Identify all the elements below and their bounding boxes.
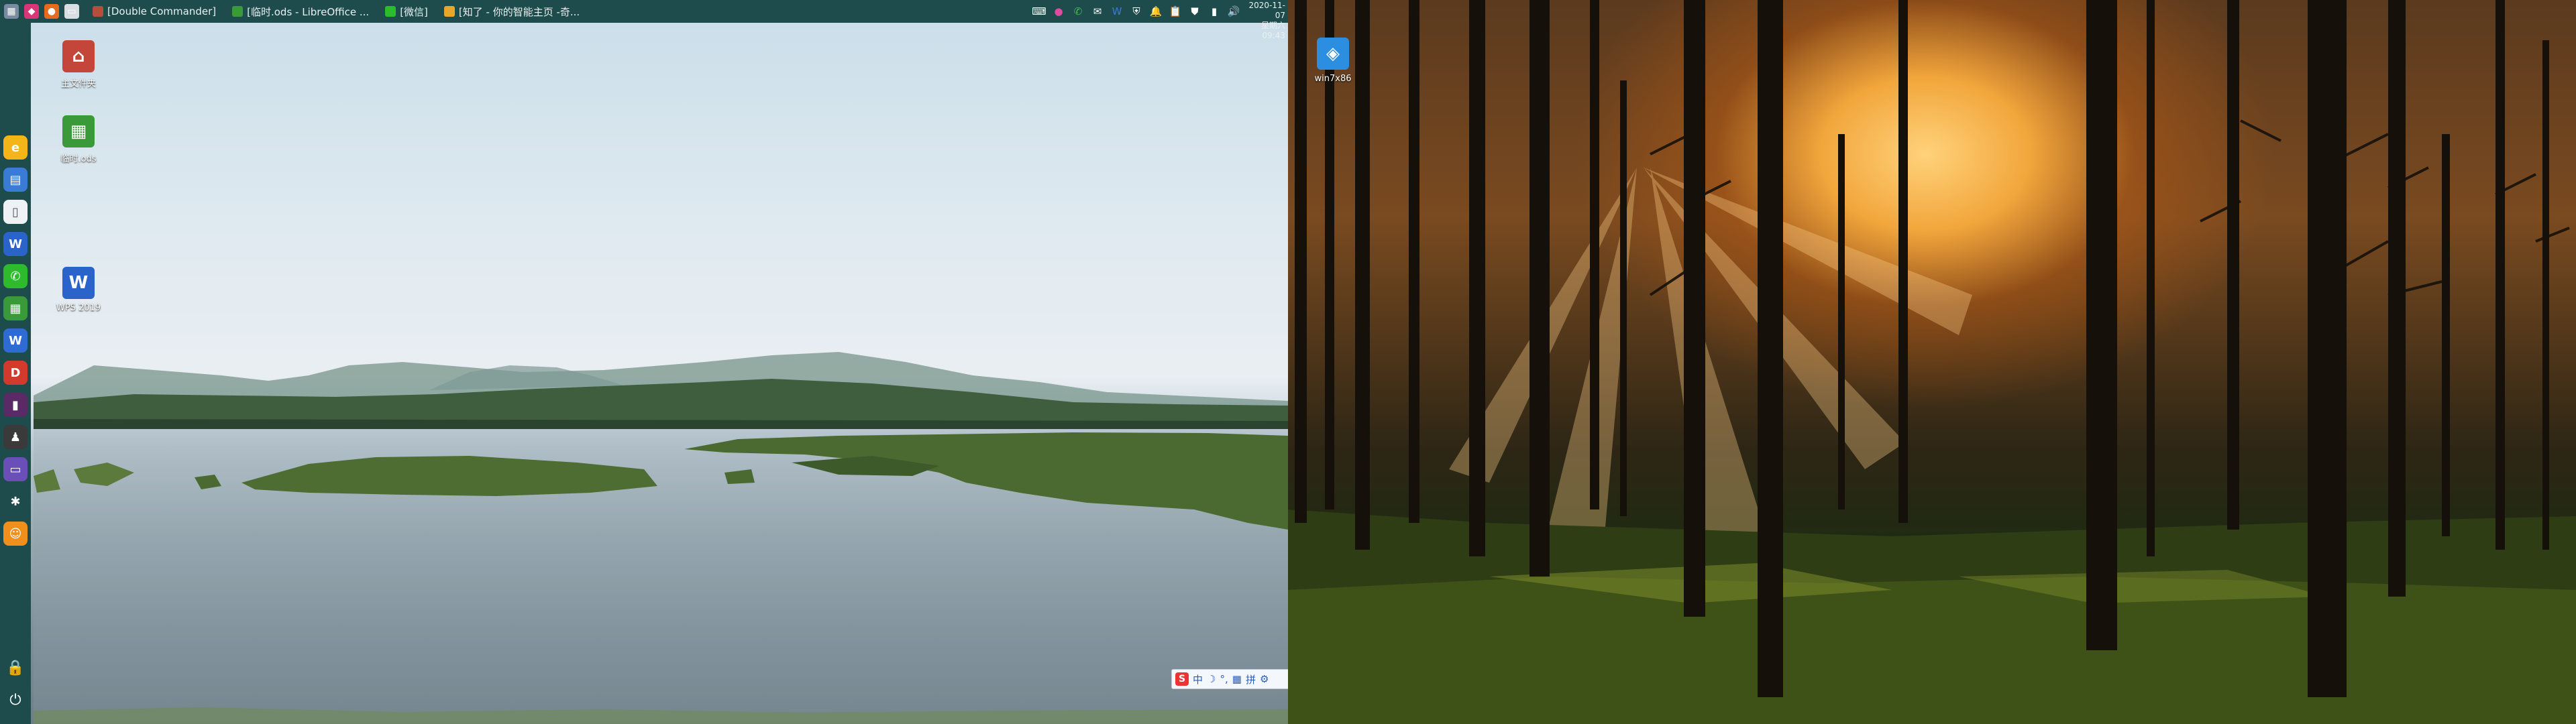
taskbar-item[interactable]: [Double Commander] [85,0,224,23]
firefox-icon[interactable]: ● [44,4,59,19]
clipboard-icon[interactable]: 📋 [1168,4,1183,19]
taskbar: [Double Commander] [临时.ods - LibreOffice … [85,0,588,23]
desktop-icon-label: WPS 2019 [56,303,101,313]
wps-icon[interactable]: W [1110,4,1124,19]
dock-file-manager-icon[interactable]: ▤ [3,168,28,192]
dock-wechat-icon[interactable]: ✆ [3,264,28,288]
taskbar-item[interactable]: [临时.ods - LibreOffice ... [224,0,377,23]
dock-calc-icon[interactable]: ▦ [3,296,28,320]
lake-scenery [34,352,1288,724]
desktop-icon-label: win7x86 [1314,74,1352,84]
desktop-icon-image: W [62,267,95,299]
dock-document-icon[interactable]: ▯ [3,200,28,224]
task-label: [知了 - 你的智能主页 -奇... [458,5,580,18]
ime-option[interactable]: ⚙ [1260,673,1269,685]
dock-writer-icon[interactable]: W [3,328,28,353]
desktop-icon[interactable]: W WPS 2019 [48,267,109,313]
desktop-right[interactable]: ◈ win7x86 [1288,0,2576,724]
battery-icon[interactable]: ▮ [1207,4,1222,19]
shield-icon[interactable]: ⛨ [1129,4,1144,19]
dock-wps-pdf-icon[interactable]: D [3,361,28,385]
task-label: [微信] [400,5,428,18]
desktop-icon-image: ◈ [1317,38,1349,70]
ime-option[interactable]: ▦ [1232,673,1242,685]
chat-icon[interactable]: ✉ [1090,4,1105,19]
color-dots-icon[interactable]: ● [1051,4,1066,19]
task-app-icon [232,6,244,17]
files-icon[interactable]: ▭ [64,4,79,19]
desktop-icon[interactable]: ⌂ 主文件夹 [48,40,109,89]
sogou-logo-icon[interactable]: S [1175,672,1189,686]
clock-time: 星期六 09:43 [1260,21,1285,40]
dock-browser-icon[interactable]: e [3,135,28,160]
desktop-icon[interactable]: ▦ 临时.ods [48,115,109,164]
desktop-left[interactable]: ▦ ◆ ● ▭ [Double Commander] [临时.ods - LibreOf… [0,0,1288,724]
desktop-icon-label: 临时.ods [60,154,97,164]
system-tray: ⌨ ● ✆ ✉ W ⛨ 🔔 📋 ⛊ ▮ 🔊 [1032,0,1241,23]
task-label: [Double Commander] [107,5,217,17]
dock-storage-icon[interactable]: ▭ [3,457,28,481]
ime-option[interactable]: °, [1220,673,1228,685]
lock-screen-icon[interactable]: 🔒 [6,660,25,678]
security-icon[interactable]: ⛊ [1187,4,1202,19]
ime-option[interactable]: ☽ [1207,673,1216,685]
desktop-icon-label: 主文件夹 [60,79,96,89]
quick-launch: ▦ ◆ ● ▭ [0,0,79,23]
bell-icon[interactable]: 🔔 [1148,4,1163,19]
task-label: [临时.ods - LibreOffice ... [247,5,370,18]
taskbar-item[interactable]: [知了 - 你的智能主页 -奇... [436,0,588,23]
top-panel: ▦ ◆ ● ▭ [Double Commander] [临时.ods - LibreOf… [0,0,1288,40]
desktop-icon-image: ⌂ [62,40,95,72]
power-icon[interactable]: ⏻ [6,692,25,711]
keyboard-icon[interactable]: ⌨ [1032,4,1046,19]
ime-toolbar[interactable]: S 中 ☽ °, ▦ 拼 ⚙ [1171,669,1288,689]
dock-penguin-icon[interactable]: ♟ [3,425,28,449]
dock-runner-icon[interactable]: ✱ [3,489,28,514]
ime-option[interactable]: 拼 [1246,672,1256,686]
task-app-icon [93,6,103,17]
taskbar-item[interactable]: [微信] [377,0,436,23]
apps-grid-icon[interactable]: ▦ [4,4,19,19]
ime-option[interactable]: 中 [1193,672,1203,686]
dock-wps-icon[interactable]: W [3,232,28,256]
desktop-icon-image: ▦ [62,115,95,147]
dock-user-icon[interactable]: ☺ [3,522,28,546]
desktop-icon[interactable]: ◈ win7x86 [1303,38,1363,84]
left-dock: 🔒 ⏻ e ▤ ▯ W ✆ ▦ W D ▮ ♟ ▭ ✱ ☺ [0,23,31,724]
forest-scenery [1288,0,2576,724]
wechat-icon[interactable]: ✆ [1071,4,1085,19]
dock-dark-app-icon[interactable]: ▮ [3,393,28,417]
clock-date: 2020-11-07 [1248,1,1285,20]
task-app-icon [385,6,396,17]
color-app-icon[interactable]: ◆ [24,4,39,19]
volume-icon[interactable]: 🔊 [1226,4,1241,19]
clock[interactable]: 2020-11-07 星期六 09:43 [1242,1,1285,41]
task-app-icon [443,6,455,17]
